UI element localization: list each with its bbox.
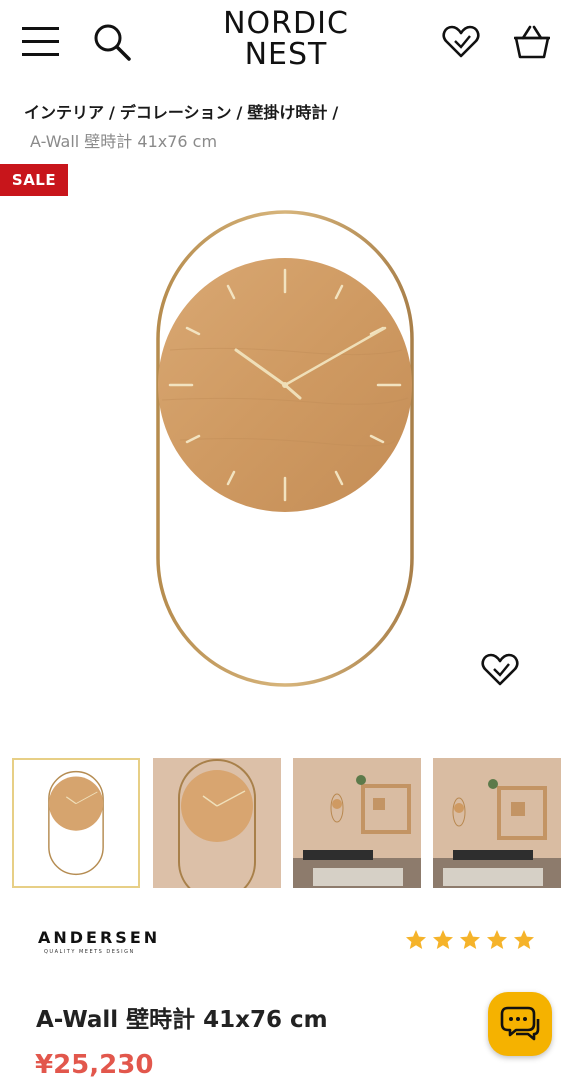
star-icon bbox=[460, 930, 480, 949]
product-price: ¥25,230 bbox=[35, 1050, 154, 1080]
search-icon[interactable] bbox=[92, 22, 132, 62]
brand-tagline: QUALITY MEETS DESIGN bbox=[44, 949, 135, 955]
thumbnail-3[interactable] bbox=[293, 758, 421, 888]
breadcrumb-item-wall-clocks[interactable]: 壁掛け時計 bbox=[247, 103, 327, 122]
breadcrumb-item-interior[interactable]: インテリア bbox=[24, 103, 104, 122]
breadcrumb-separator: / bbox=[236, 103, 243, 122]
menu-icon[interactable] bbox=[22, 24, 60, 58]
site-header: NORDIC NEST bbox=[0, 0, 573, 86]
brand-name: ANDERSEN bbox=[38, 928, 161, 947]
logo-line-2: NEST bbox=[244, 37, 328, 72]
breadcrumb: インテリア / デコレーション / 壁掛け時計 / bbox=[24, 99, 343, 123]
star-icon bbox=[406, 930, 426, 949]
breadcrumb-current: A-Wall 壁時計 41x76 cm bbox=[30, 132, 218, 151]
breadcrumb-separator: / bbox=[109, 103, 115, 122]
star-icon bbox=[487, 930, 507, 949]
thumbnail-2[interactable] bbox=[153, 758, 281, 888]
heart-icon[interactable] bbox=[442, 24, 480, 60]
clock-illustration bbox=[156, 210, 414, 687]
basket-icon[interactable] bbox=[512, 22, 552, 62]
sale-badge: SALE bbox=[0, 164, 68, 196]
star-icon bbox=[514, 930, 534, 949]
logo-line-1: NORDIC bbox=[223, 6, 349, 41]
breadcrumb-separator: / bbox=[332, 103, 339, 122]
star-rating[interactable] bbox=[404, 928, 538, 954]
thumbnail-gallery bbox=[12, 758, 562, 888]
product-title: A-Wall 壁時計 41x76 cm bbox=[36, 1007, 328, 1033]
star-icon bbox=[433, 930, 453, 949]
site-logo[interactable]: NORDIC NEST bbox=[200, 8, 372, 70]
brand-logo[interactable]: ANDERSEN QUALITY MEETS DESIGN bbox=[38, 928, 158, 955]
thumbnail-4[interactable] bbox=[433, 758, 561, 888]
chat-button[interactable] bbox=[488, 992, 552, 1056]
chat-icon bbox=[500, 1006, 540, 1041]
thumbnail-1[interactable] bbox=[12, 758, 140, 888]
breadcrumb-item-decoration[interactable]: デコレーション bbox=[120, 103, 232, 122]
add-to-wishlist-icon[interactable] bbox=[480, 652, 520, 688]
product-image[interactable] bbox=[140, 200, 430, 695]
